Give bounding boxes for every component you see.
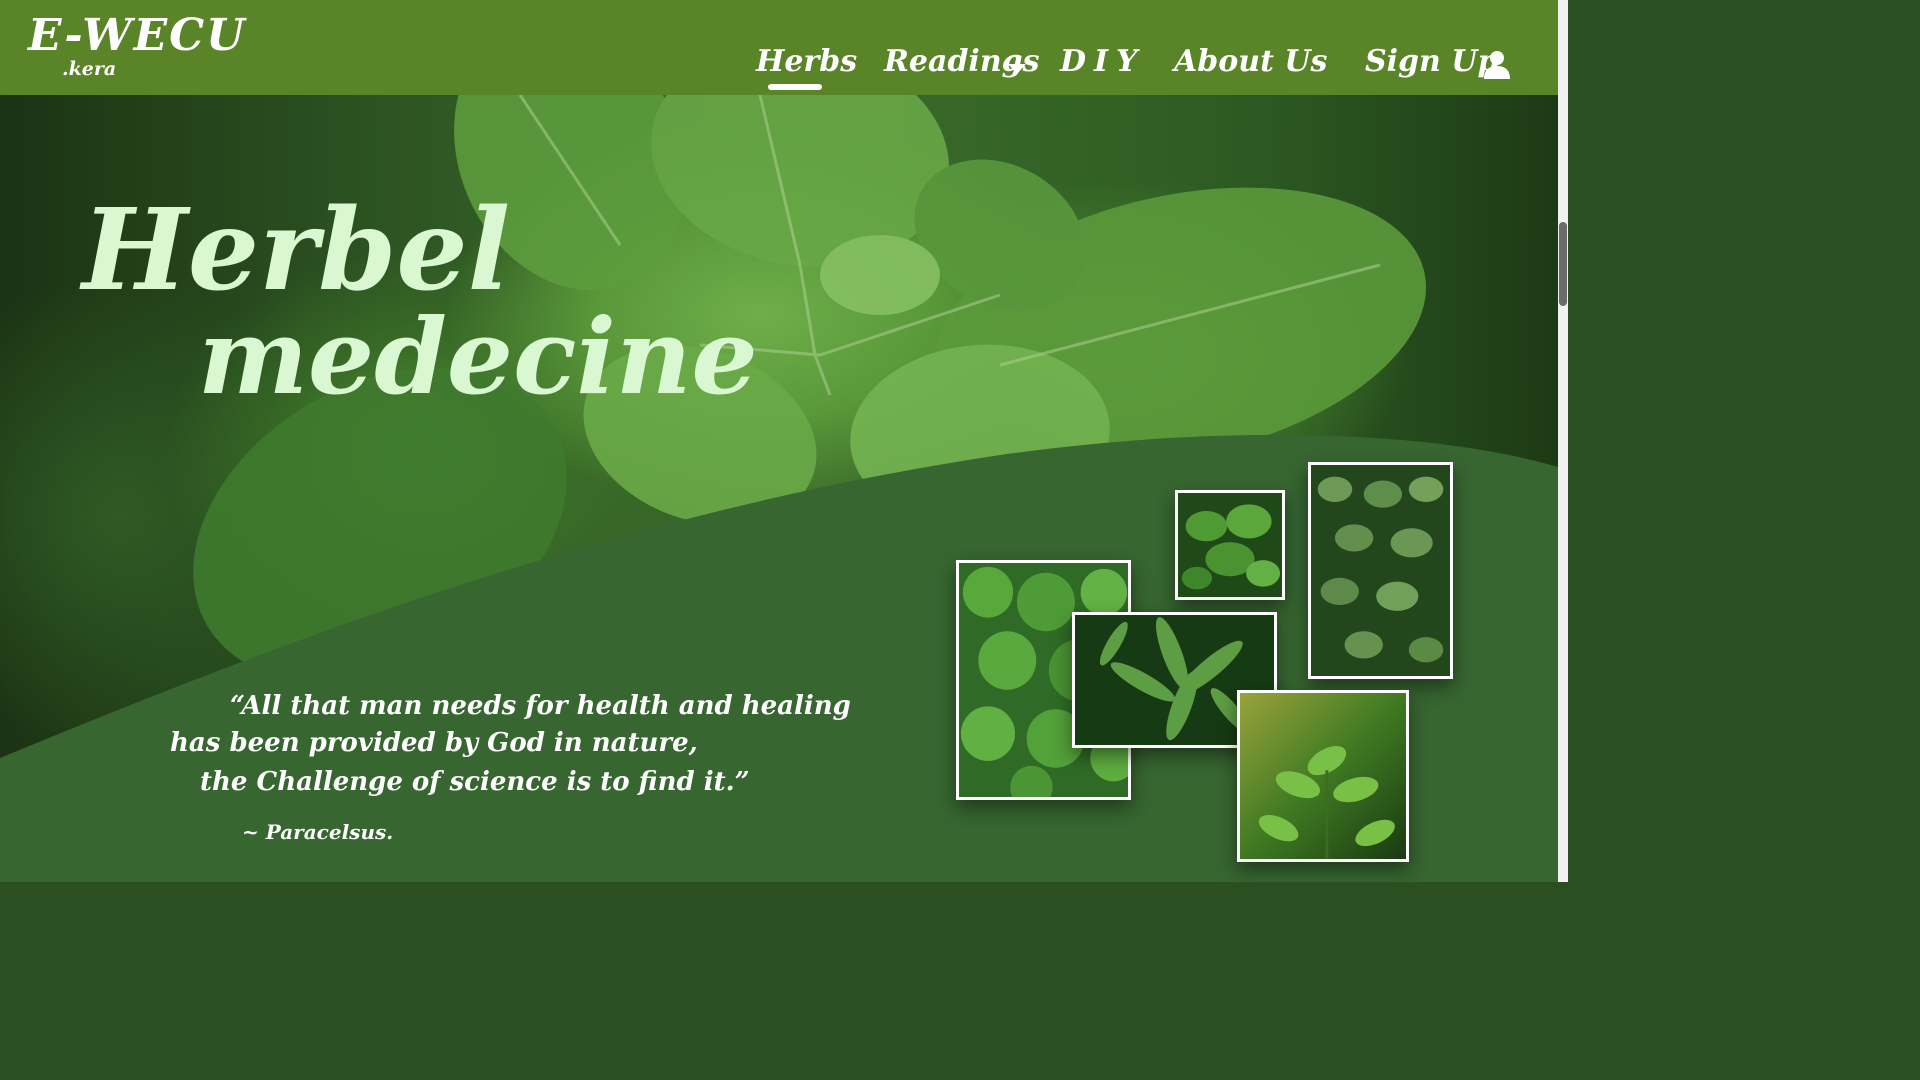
quote-line-3: the Challenge of science is to find it.”	[200, 767, 750, 797]
logo-subtext: .kera	[62, 58, 117, 80]
scrollbar-thumb[interactable]	[1559, 222, 1567, 306]
hero-title-line2: medecine	[198, 295, 758, 418]
herb-photo-seedling	[1237, 690, 1409, 862]
nav-herbs[interactable]: Herbs	[756, 44, 857, 79]
nav-about-us[interactable]: About Us	[1174, 44, 1327, 79]
nav-diy[interactable]: DIY	[1060, 44, 1145, 79]
quote-line-2: has been provided by God in nature,	[170, 728, 698, 758]
top-navbar: E-WECU .kera Herbs Readings DIY About Us…	[0, 0, 1558, 95]
quote-author: ~ Paracelsus.	[242, 820, 394, 844]
hero-title-line1: Herbel	[82, 185, 511, 316]
quote-line-1: “All that man needs for health and heali…	[230, 691, 851, 721]
user-icon[interactable]	[1483, 50, 1511, 80]
hero-section: Herbel medecine “All that man needs for …	[0, 95, 1558, 882]
nav-sign-up[interactable]: Sign Up	[1365, 44, 1498, 79]
page-scrollbar[interactable]	[1558, 0, 1568, 882]
herb-photo-mint-bed	[1308, 462, 1453, 679]
logo-text: E-WECU	[28, 10, 247, 61]
site-logo[interactable]: E-WECU .kera	[28, 6, 258, 84]
herb-photo-mint-small	[1175, 490, 1285, 600]
chevron-down-icon[interactable]	[1008, 64, 1026, 74]
active-nav-indicator	[768, 84, 822, 90]
